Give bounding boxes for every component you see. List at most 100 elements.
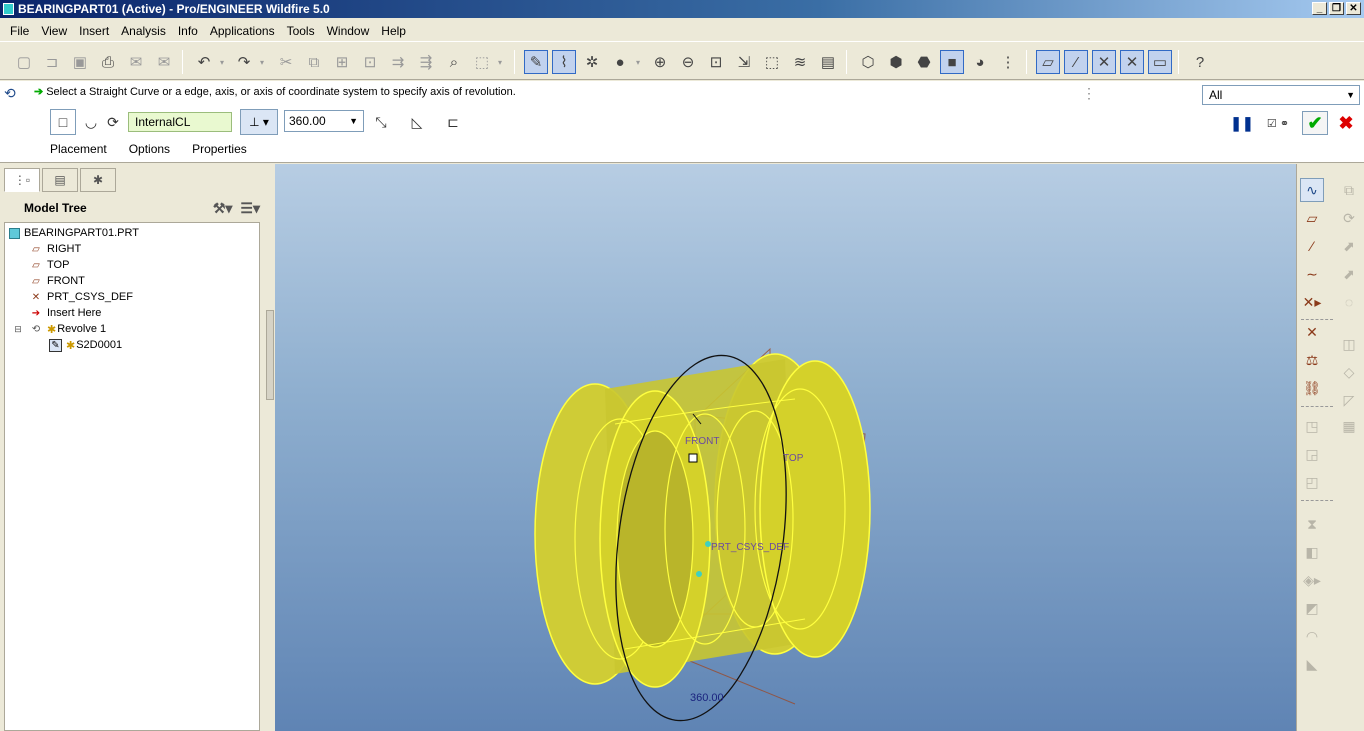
selection-box-icon[interactable]: ⬚ [470, 50, 494, 74]
undo-dropdown-icon[interactable]: ▾ [216, 50, 228, 74]
shrinkwrap-icon[interactable]: ◰ [1300, 470, 1324, 494]
send-link-icon[interactable]: ✉ [152, 50, 176, 74]
tree-item-right[interactable]: ▱ RIGHT [29, 241, 81, 257]
menu-analysis[interactable]: Analysis [115, 20, 172, 42]
selection-filter[interactable]: All ▼ [1202, 85, 1360, 105]
print-icon[interactable]: ⎙ [96, 50, 120, 74]
menu-insert[interactable]: Insert [73, 20, 115, 42]
model-tree-tab-icon[interactable]: ⋮▫ [4, 168, 40, 192]
hidden-line-icon[interactable]: ⬢ [884, 50, 908, 74]
menu-file[interactable]: File [4, 20, 35, 42]
draft-tool-icon[interactable]: ◸ [1337, 388, 1361, 412]
reorient-icon[interactable]: ⇲ [732, 50, 756, 74]
redo-dropdown-icon[interactable]: ▾ [256, 50, 268, 74]
menu-applications[interactable]: Applications [204, 20, 281, 42]
analysis-feature-icon[interactable]: ⚖ [1300, 348, 1324, 372]
copy-icon[interactable]: ⧉ [302, 50, 326, 74]
pattern-tool-icon[interactable]: ▦ [1337, 414, 1361, 438]
display-style-dropdown-icon[interactable]: ▾ [632, 50, 644, 74]
tree-item-revolve[interactable]: ⊟ ⟲ ✱ Revolve 1 [11, 321, 106, 337]
angle-type-selector[interactable]: ⊥ ▾ [240, 109, 278, 135]
csys-display-icon[interactable]: ✕ [1120, 50, 1144, 74]
panel-resize-handle[interactable] [266, 310, 274, 400]
mirror-tool-icon[interactable]: ⧗ [1300, 512, 1324, 536]
ok-button[interactable]: ✔ [1302, 111, 1328, 135]
point-display-icon[interactable]: ✕ [1092, 50, 1116, 74]
zoom-out-icon[interactable]: ⊖ [676, 50, 700, 74]
zoom-in-icon[interactable]: ⊕ [648, 50, 672, 74]
folder-browser-tab-icon[interactable]: ▤ [42, 168, 78, 192]
open-file-icon[interactable]: ⊐ [40, 50, 64, 74]
undo-icon[interactable]: ↶ [192, 50, 216, 74]
no-hidden-icon[interactable]: ⬣ [912, 50, 936, 74]
selection-dropdown-icon[interactable]: ▾ [494, 50, 506, 74]
layers-icon[interactable]: ≋ [788, 50, 812, 74]
blend-tool-icon[interactable]: ◌ [1337, 290, 1361, 314]
rib-tool-icon[interactable]: ◇ [1337, 360, 1361, 384]
tree-item-top[interactable]: ▱ TOP [29, 257, 69, 273]
close-window-button[interactable]: ✕ [1346, 2, 1361, 15]
axis-display-icon[interactable]: ⁄ [1064, 50, 1088, 74]
offset-tool-icon[interactable]: ◩ [1300, 596, 1324, 620]
sweep-tool-icon[interactable]: ⬈ [1337, 262, 1361, 286]
sketch-curve-icon[interactable]: ∿ [1300, 178, 1324, 202]
preview-toggle[interactable]: ☑ ⚭ [1258, 111, 1298, 135]
context-help-icon[interactable]: ? [1188, 50, 1212, 74]
paste-special-icon[interactable]: ⊡ [358, 50, 382, 74]
refit-icon[interactable]: ⊡ [704, 50, 728, 74]
tree-item-csys[interactable]: ✕ PRT_CSYS_DEF [29, 289, 133, 305]
cancel-button[interactable]: ✖ [1334, 111, 1358, 135]
saved-views-icon[interactable]: ⬚ [760, 50, 784, 74]
datum-display-icon[interactable]: ⌇ [552, 50, 576, 74]
favorites-tab-icon[interactable]: ✱ [80, 168, 116, 192]
pause-button[interactable]: ❚❚ [1230, 111, 1253, 135]
thicken-icon[interactable]: ⊏ [440, 109, 466, 135]
display-style-icon[interactable]: ● [608, 50, 632, 74]
menu-info[interactable]: Info [172, 20, 204, 42]
show-menu-icon[interactable]: ☰▾ [240, 200, 260, 217]
graphics-window[interactable]: FRONT TOP PRT_CSYS_DEF 360.00 [275, 164, 1296, 731]
save-icon[interactable]: ▣ [68, 50, 92, 74]
shell-tool-icon[interactable]: ◫ [1337, 332, 1361, 356]
solid-icon[interactable]: □ [50, 109, 76, 135]
regenerate-icon[interactable]: ⇉ [386, 50, 410, 74]
tab-options[interactable]: Options [129, 142, 170, 156]
find-icon[interactable]: ⌕ [442, 50, 466, 74]
datum-curve-tool-icon[interactable]: ∼ [1300, 262, 1324, 286]
model-display-icon[interactable]: ⋮ [996, 50, 1020, 74]
menu-window[interactable]: Window [321, 20, 376, 42]
tree-item-front[interactable]: ▱ FRONT [29, 273, 85, 289]
menu-tools[interactable]: Tools [281, 20, 321, 42]
flip-angle-icon[interactable]: ⤡ [368, 109, 394, 135]
send-mail-icon[interactable]: ✉ [124, 50, 148, 74]
datum-point-tool-icon[interactable]: ✕▸ [1300, 290, 1324, 314]
remove-material-icon[interactable]: ◺ [404, 109, 430, 135]
tab-placement[interactable]: Placement [50, 142, 107, 156]
publish-geom-icon[interactable]: ◲ [1300, 442, 1324, 466]
round-tool-icon[interactable]: ◠ [1300, 624, 1324, 648]
datum-axis-tool-icon[interactable]: ⁄ [1300, 234, 1324, 258]
tab-properties[interactable]: Properties [192, 142, 247, 156]
wireframe-icon[interactable]: ⬡ [856, 50, 880, 74]
view-manager-icon[interactable]: ▤ [816, 50, 840, 74]
shading-icon[interactable]: ■ [940, 50, 964, 74]
redo-icon[interactable]: ↷ [232, 50, 256, 74]
cut-icon[interactable]: ✂ [274, 50, 298, 74]
tree-settings-icon[interactable]: ⚒▾ [213, 200, 233, 217]
menu-view[interactable]: View [35, 20, 73, 42]
sketch-tool-icon[interactable]: ✎ [524, 50, 548, 74]
tree-item-insert-here[interactable]: ➔ Insert Here [29, 305, 102, 321]
tree-item-sketch[interactable]: ✎ ✱ S2D0001 [49, 337, 122, 353]
minimize-button[interactable]: _ [1312, 2, 1327, 15]
paste-icon[interactable]: ⊞ [330, 50, 354, 74]
trim-tool-icon[interactable]: ◈▸ [1300, 568, 1324, 592]
tree-item-part[interactable]: BEARINGPART01.PRT [9, 225, 139, 241]
revolve-tool-icon[interactable]: ⟳ [1337, 206, 1361, 230]
merge-tool-icon[interactable]: ◧ [1300, 540, 1324, 564]
menu-help[interactable]: Help [375, 20, 412, 42]
enhanced-realism-icon[interactable]: ◕ [968, 50, 992, 74]
csys-tool-icon[interactable]: ✕ [1300, 320, 1324, 344]
hole-icon[interactable]: ⧉ [1337, 178, 1361, 202]
sketch-internal-icon[interactable]: ⟳ [100, 109, 126, 135]
extrude-tool-icon[interactable]: ⬈ [1337, 234, 1361, 258]
